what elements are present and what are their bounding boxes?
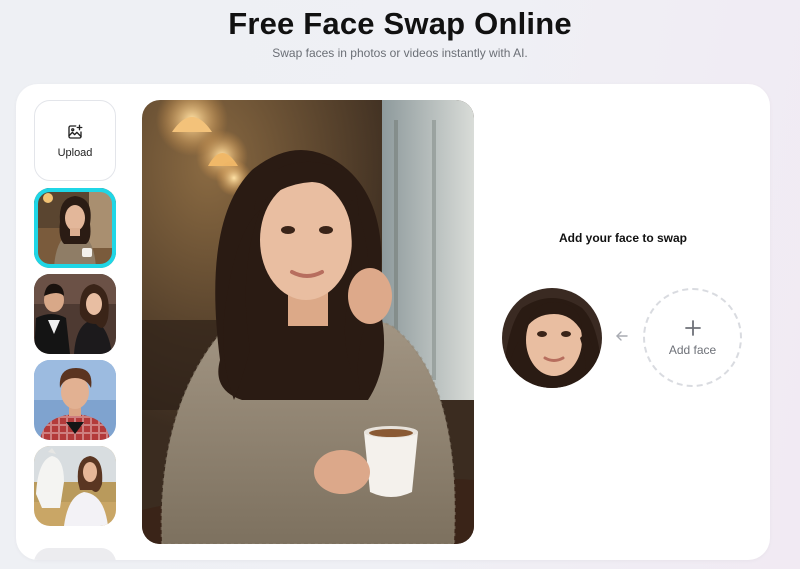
preview-image (142, 100, 474, 544)
page-subtitle: Swap faces in photos or videos instantly… (272, 46, 528, 60)
add-face-button[interactable]: Add face (643, 288, 742, 387)
arrow-left-icon (616, 331, 628, 341)
couple-formal-thumbnail-image (34, 274, 116, 354)
boy-plaid-thumbnail-image (34, 360, 116, 440)
thumbnail-woman-cafe[interactable] (34, 188, 116, 268)
add-face-label: Add face (668, 342, 717, 357)
thumbnail-partial (34, 548, 116, 560)
plus-icon (684, 319, 701, 336)
detected-face-thumbnail[interactable] (502, 288, 602, 388)
upload-label: Upload (57, 146, 93, 159)
face-swap-card: Upload Add your face to swap Add face (16, 84, 770, 560)
woman-horse-thumbnail-image (34, 446, 116, 526)
thumbnail-couple-formal[interactable] (34, 274, 116, 354)
page-title: Free Face Swap Online (228, 6, 572, 41)
thumbnail-woman-horse[interactable] (34, 446, 116, 526)
template-thumbnail-list: Upload (34, 100, 116, 560)
detected-face-image (502, 288, 602, 388)
swap-instruction: Add your face to swap (558, 231, 688, 245)
thumbnail-boy-plaid[interactable] (34, 360, 116, 440)
upload-button[interactable]: Upload (34, 100, 116, 181)
woman-cafe-thumbnail-image (34, 188, 116, 268)
image-upload-icon (68, 124, 83, 139)
preview-woman-cafe-image (142, 100, 474, 544)
